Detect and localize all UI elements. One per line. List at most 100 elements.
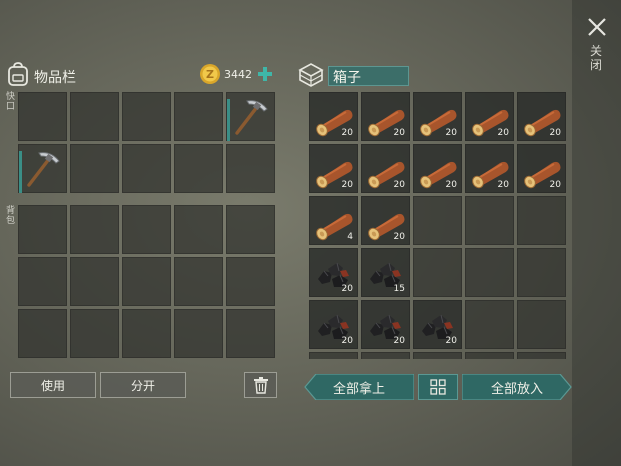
chest-slot[interactable]: 20 bbox=[517, 144, 566, 193]
backpack-grid bbox=[18, 205, 275, 358]
close-label: 关闭 bbox=[589, 44, 602, 72]
item-quantity: 20 bbox=[393, 336, 405, 346]
hotbar-slot[interactable] bbox=[122, 144, 171, 193]
item-quantity: 20 bbox=[445, 180, 457, 190]
trash-button[interactable] bbox=[244, 372, 277, 398]
chest-slot[interactable]: 20 bbox=[309, 248, 358, 297]
chest-slot[interactable]: 20 bbox=[465, 92, 514, 141]
chest-slot[interactable]: 20 bbox=[413, 144, 462, 193]
pickaxe-icon bbox=[227, 93, 274, 140]
backpack-slot[interactable] bbox=[226, 309, 275, 358]
backpack-slot[interactable] bbox=[122, 309, 171, 358]
chest-slot[interactable]: 20 bbox=[361, 300, 410, 349]
backpack-icon bbox=[6, 61, 30, 87]
plus-icon bbox=[258, 67, 272, 81]
backpack-slot[interactable] bbox=[18, 257, 67, 306]
chest-slot[interactable] bbox=[465, 196, 514, 245]
item-quantity: 20 bbox=[445, 128, 457, 138]
backpack-slot[interactable] bbox=[226, 205, 275, 254]
coin-balance: 3442 bbox=[224, 68, 252, 81]
chest-slot[interactable] bbox=[413, 248, 462, 297]
add-coins-button[interactable] bbox=[256, 65, 274, 83]
hotbar-slot[interactable] bbox=[122, 92, 171, 141]
sort-button[interactable] bbox=[418, 374, 458, 400]
chest-slot[interactable] bbox=[413, 352, 462, 359]
hotbar-grid bbox=[18, 92, 275, 193]
item-quantity: 20 bbox=[393, 180, 405, 190]
backpack-slot[interactable] bbox=[70, 309, 119, 358]
backpack-slot[interactable] bbox=[122, 205, 171, 254]
chest-icon bbox=[297, 61, 325, 87]
take-all-button[interactable]: 全部拿上 bbox=[304, 374, 414, 400]
backpack-slot[interactable] bbox=[70, 205, 119, 254]
hotbar-label: 快口 bbox=[6, 92, 16, 112]
item-quantity: 20 bbox=[341, 284, 353, 294]
backpack-label: 背包 bbox=[6, 206, 16, 226]
item-quantity: 20 bbox=[497, 180, 509, 190]
put-all-button[interactable]: 全部放入 bbox=[462, 374, 572, 400]
chest-slot[interactable] bbox=[517, 248, 566, 297]
chest-slot[interactable] bbox=[517, 196, 566, 245]
item-quantity: 20 bbox=[549, 128, 561, 138]
chest-slot[interactable]: 15 bbox=[361, 248, 410, 297]
split-button[interactable]: 分开 bbox=[100, 372, 186, 398]
chest-slot[interactable]: 20 bbox=[465, 144, 514, 193]
item-quantity: 20 bbox=[497, 128, 509, 138]
chest-slot[interactable] bbox=[465, 248, 514, 297]
chest-slot[interactable]: 4 bbox=[309, 196, 358, 245]
take-all-label: 全部拿上 bbox=[332, 381, 385, 397]
chest-slot[interactable]: 20 bbox=[361, 92, 410, 141]
chest-slot[interactable]: 20 bbox=[309, 144, 358, 193]
hotbar-slot[interactable] bbox=[226, 92, 275, 141]
chest-grid: 20 20 20 20 20 20 20 20 20 20 4 20 20 15… bbox=[309, 92, 566, 359]
grid-sort-icon bbox=[430, 379, 446, 395]
chest-slot[interactable]: 20 bbox=[309, 92, 358, 141]
pickaxe-icon bbox=[19, 145, 66, 192]
chest-slot[interactable]: 20 bbox=[361, 144, 410, 193]
hotbar-slot[interactable] bbox=[18, 144, 67, 193]
chest-slot[interactable] bbox=[361, 352, 410, 359]
chest-slot[interactable]: 20 bbox=[413, 300, 462, 349]
item-quantity: 20 bbox=[549, 180, 561, 190]
item-quantity: 20 bbox=[341, 128, 353, 138]
backpack-slot[interactable] bbox=[70, 257, 119, 306]
trash-icon bbox=[253, 377, 268, 394]
chest-slot[interactable] bbox=[517, 300, 566, 349]
item-quantity: 20 bbox=[341, 336, 353, 346]
item-quantity: 20 bbox=[341, 180, 353, 190]
use-button[interactable]: 使用 bbox=[10, 372, 96, 398]
inventory-title: 物品栏 bbox=[34, 70, 76, 86]
hotbar-slot[interactable] bbox=[70, 144, 119, 193]
coin-icon: Z bbox=[199, 63, 221, 85]
backpack-slot[interactable] bbox=[226, 257, 275, 306]
item-quantity: 20 bbox=[445, 336, 457, 346]
chest-slot[interactable]: 20 bbox=[517, 92, 566, 141]
item-quantity: 15 bbox=[393, 284, 405, 294]
backpack-slot[interactable] bbox=[18, 309, 67, 358]
chest-slot[interactable] bbox=[465, 300, 514, 349]
hotbar-slot[interactable] bbox=[18, 92, 67, 141]
chest-title: 箱子 bbox=[333, 70, 361, 86]
hotbar-slot[interactable] bbox=[70, 92, 119, 141]
chest-slot[interactable] bbox=[309, 352, 358, 359]
chest-slot[interactable]: 20 bbox=[361, 196, 410, 245]
close-icon bbox=[588, 18, 606, 36]
backpack-slot[interactable] bbox=[122, 257, 171, 306]
item-quantity: 20 bbox=[393, 232, 405, 242]
backpack-slot[interactable] bbox=[174, 205, 223, 254]
hotbar-slot[interactable] bbox=[174, 144, 223, 193]
backpack-slot[interactable] bbox=[18, 205, 67, 254]
hotbar-slot[interactable] bbox=[174, 92, 223, 141]
backpack-slot[interactable] bbox=[174, 257, 223, 306]
chest-slot[interactable] bbox=[517, 352, 566, 359]
backpack-slot[interactable] bbox=[174, 309, 223, 358]
chest-slot[interactable] bbox=[465, 352, 514, 359]
item-quantity: 20 bbox=[393, 128, 405, 138]
close-button[interactable] bbox=[584, 14, 610, 40]
hotbar-slot[interactable] bbox=[226, 144, 275, 193]
chest-slot[interactable]: 20 bbox=[309, 300, 358, 349]
chest-slot[interactable]: 20 bbox=[413, 92, 462, 141]
put-all-label: 全部放入 bbox=[490, 381, 543, 397]
item-quantity: 4 bbox=[347, 232, 353, 242]
chest-slot[interactable] bbox=[413, 196, 462, 245]
